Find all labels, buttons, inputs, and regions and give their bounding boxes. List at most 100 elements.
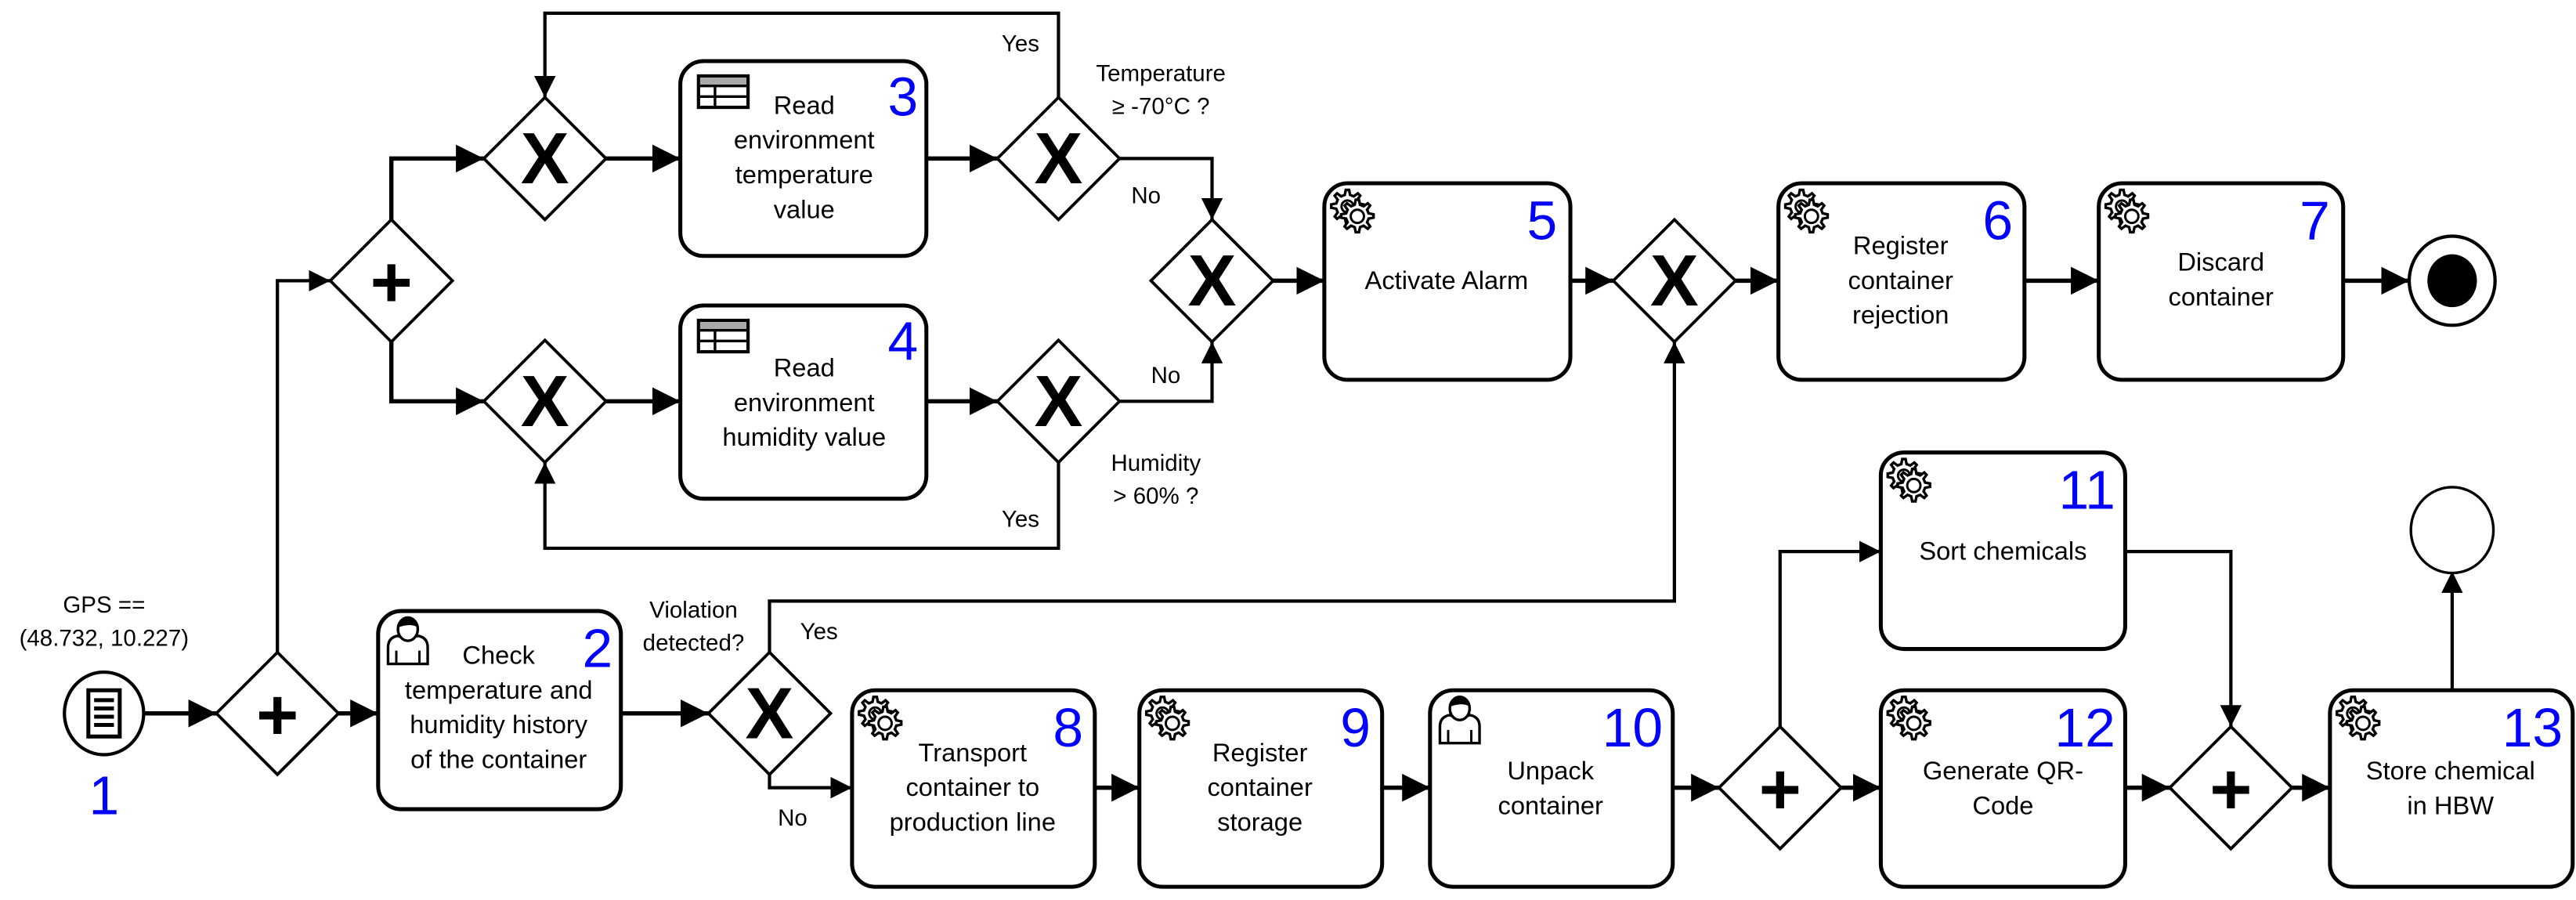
exclusive-marker: X	[521, 117, 569, 199]
table-icon	[699, 76, 748, 107]
flow-gw-c-to-task-11	[1778, 540, 1881, 727]
step-number: 3	[888, 67, 919, 128]
task-label-line: of the container	[410, 744, 587, 773]
step-number: 10	[1602, 697, 1663, 758]
task-label-line: Activate Alarm	[1365, 266, 1529, 295]
step-number: 5	[1526, 190, 1557, 251]
task-label-line: Transport	[919, 738, 1028, 767]
task-label-line: container	[2169, 282, 2274, 311]
message-list-icon	[86, 688, 122, 739]
task-label-line: temperature	[735, 160, 873, 189]
flow-label-violation-no: No	[778, 805, 807, 831]
exclusive-gateway-alarm-merge[interactable]: X	[1148, 217, 1276, 345]
task-label-line: environment	[734, 125, 875, 154]
exclusive-marker: X	[746, 672, 794, 754]
bpmn-diagram: GPS == (48.732, 10.227) 1 + + X X X X X …	[20, 11, 2575, 889]
task-label-line: rejection	[1852, 300, 1949, 329]
exclusive-gateway-temperature-check[interactable]: X	[995, 95, 1122, 222]
step-number: 4	[888, 311, 919, 372]
task-label-line: container	[1848, 266, 1953, 295]
flow-label-violation-yes: Yes	[800, 619, 838, 645]
table-icon	[699, 320, 748, 352]
task-label-line: value	[774, 194, 835, 223]
parallel-gateway-join-d[interactable]: +	[2167, 724, 2295, 851]
task-label-line: Check	[462, 641, 535, 670]
task-label-line: Read	[774, 353, 835, 382]
exclusive-gateway-rejection-merge[interactable]: X	[1611, 217, 1738, 345]
exclusive-gateway-temp-merge[interactable]: X	[482, 95, 609, 222]
task-label-line: Discard	[2177, 248, 2264, 277]
task-label-line: Code	[1972, 790, 2033, 819]
task-label-line: container	[1498, 790, 1603, 819]
exclusive-gateway-humidity-check[interactable]: X	[995, 338, 1122, 464]
start-condition-line-1: GPS ==	[63, 592, 145, 618]
task-label-line: Unpack	[1507, 756, 1594, 785]
humidity-question-line-2: > 60% ?	[1113, 483, 1198, 509]
parallel-gateway-split-a[interactable]: +	[214, 650, 341, 777]
task-11-sort-chemicals[interactable]: 11 Sort chemicals	[1878, 450, 2127, 652]
exclusive-gateway-hum-merge[interactable]: X	[482, 338, 609, 464]
step-number: 2	[583, 618, 613, 679]
flow-label-temp-yes: Yes	[1002, 31, 1039, 56]
task-label-line: container	[1207, 772, 1312, 801]
parallel-marker: +	[1759, 748, 1801, 830]
task-6-register-rejection[interactable]: 6 Register container rejection	[1776, 181, 2027, 382]
humidity-question-line-1: Humidity	[1111, 450, 1201, 476]
exclusive-gateway-violation-check[interactable]: X	[706, 650, 833, 777]
terminate-end-event[interactable]	[2407, 234, 2497, 327]
task-12-generate-qr-code[interactable]: 12 Generate QR- Code	[1878, 688, 2127, 889]
task-7-discard-container[interactable]: 7 Discard container	[2097, 181, 2346, 382]
task-label-line: production line	[890, 807, 1056, 836]
task-label-line: humidity history	[410, 710, 588, 739]
exclusive-marker: X	[1188, 240, 1237, 321]
exclusive-marker: X	[1650, 240, 1699, 321]
task-label-line: storage	[1217, 807, 1302, 836]
task-label-line: Store chemical	[2366, 756, 2535, 785]
task-label-line: Register	[1212, 738, 1308, 767]
flow-gw-b-to-temp-merge	[388, 144, 484, 220]
task-label-line: humidity value	[722, 422, 886, 451]
task-label-line: Sort chemicals	[1919, 537, 2086, 566]
task-4-read-humidity[interactable]: 4 Read environment humidity value	[678, 303, 929, 501]
task-10-unpack-container[interactable]: 10 Unpack container	[1428, 688, 1675, 889]
parallel-marker: +	[2209, 748, 2252, 830]
step-number: 7	[2300, 190, 2330, 251]
parallel-gateway-split-c[interactable]: +	[1717, 724, 1844, 851]
end-event[interactable]	[2409, 486, 2495, 575]
task-3-read-temperature[interactable]: 3 Read environment temperature value	[678, 59, 929, 258]
temperature-question-line-2: ≥ -70°C ?	[1112, 93, 1210, 119]
exclusive-marker: X	[521, 360, 569, 442]
parallel-gateway-split-b[interactable]: +	[327, 217, 455, 345]
flow-gw-b-to-hum-merge	[388, 342, 484, 416]
task-label-line: Read	[774, 90, 835, 119]
parallel-marker: +	[256, 674, 298, 756]
task-label-line: container to	[905, 772, 1039, 801]
task-label-line: Generate QR-	[1923, 756, 2083, 785]
exclusive-marker: X	[1035, 117, 1083, 199]
temperature-question-line-1: Temperature	[1096, 60, 1226, 86]
violation-question-line-1: Violation	[649, 597, 738, 623]
parallel-marker: +	[370, 241, 413, 323]
task-label-line: in HBW	[2407, 790, 2494, 819]
task-8-transport-container[interactable]: 8 Transport container to production line	[850, 688, 1097, 889]
flow-label-hum-yes: Yes	[1002, 507, 1039, 533]
step-number: 12	[2054, 697, 2115, 758]
flow-gw-a-to-gw-b	[276, 269, 331, 652]
task-label-line: temperature and	[405, 675, 593, 704]
step-number: 9	[1340, 697, 1371, 758]
exclusive-marker: X	[1035, 360, 1083, 442]
task-5-activate-alarm[interactable]: 5 Activate Alarm	[1322, 181, 1573, 382]
task-label-line: Register	[1853, 231, 1949, 260]
start-condition-line-2: (48.732, 10.227)	[20, 625, 190, 651]
step-number: 6	[1982, 190, 2013, 251]
flow-task-11-to-gw-d	[2125, 550, 2242, 727]
violation-question-line-2: detected?	[643, 631, 745, 656]
task-9-register-storage[interactable]: 9 Register container storage	[1137, 688, 1385, 889]
flow-violation-no	[768, 774, 852, 799]
step-number: 8	[1053, 697, 1083, 758]
task-label-line: environment	[734, 388, 875, 417]
task-2-check-history[interactable]: 2 Check temperature and humidity history…	[376, 609, 623, 811]
start-event[interactable]: GPS == (48.732, 10.227) 1	[20, 592, 190, 826]
task-13-store-chemical[interactable]: 13 Store chemical in HBW	[2328, 688, 2575, 889]
step-number: 1	[89, 764, 119, 826]
